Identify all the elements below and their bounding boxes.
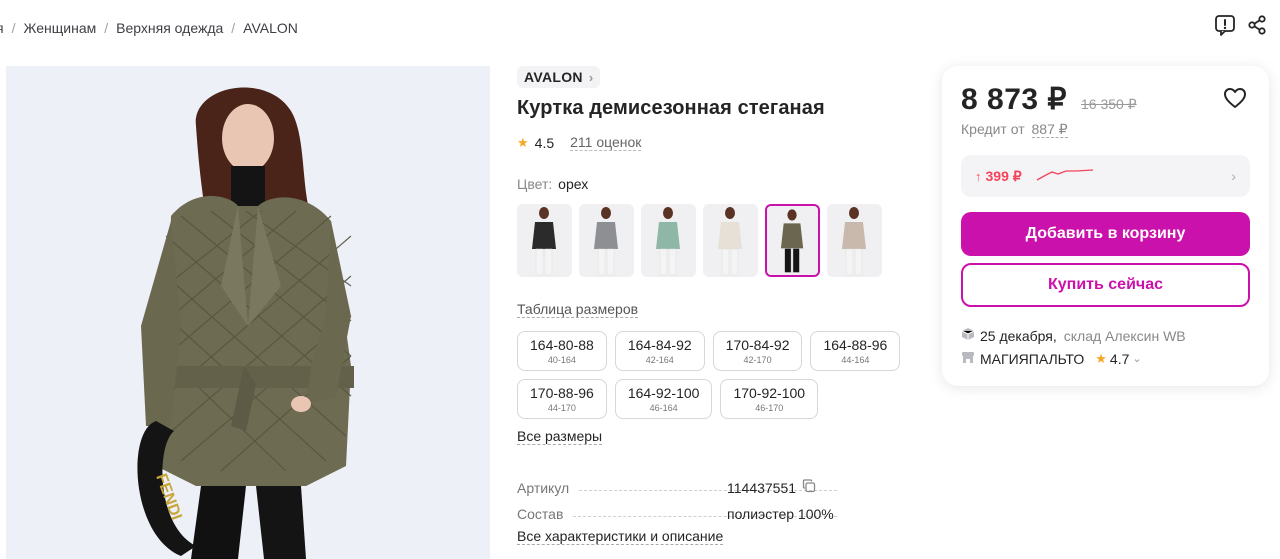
- size-sub: 42-170: [743, 354, 772, 365]
- color-swatch[interactable]: [703, 204, 758, 277]
- color-label: Цвет:: [517, 176, 553, 192]
- size-options: 164-80-88 40-164 164-84-92 42-164 170-84-92 4…: [517, 331, 927, 419]
- size-option[interactable]: 170-84-92 42-170: [712, 331, 803, 371]
- breadcrumb-separator: /: [104, 20, 109, 36]
- breadcrumb-separator: /: [11, 20, 16, 36]
- size-option[interactable]: 164-92-100 46-164: [614, 379, 713, 419]
- specs: Артикул 114437551 Состав полиэстер 100%: [517, 470, 847, 522]
- size-sub: 46-164: [649, 402, 678, 413]
- size-main: 170-92-100: [733, 384, 806, 401]
- size-sub: 42-164: [645, 354, 674, 365]
- spec-row-article: Артикул 114437551: [517, 470, 847, 496]
- rating-row: ★ 4.5 211 оценок: [517, 134, 927, 151]
- product-info: AVALON › Куртка демисезонная стеганая ★ …: [517, 66, 927, 546]
- spec-label: Артикул: [517, 480, 570, 496]
- color-value: орех: [558, 176, 589, 192]
- star-icon: ★: [1095, 350, 1107, 366]
- credit-amount[interactable]: 887 ₽: [1031, 121, 1068, 138]
- size-option[interactable]: 170-92-100 46-170: [720, 379, 819, 419]
- size-sub: 40-164: [547, 354, 576, 365]
- product-image[interactable]: FENDI: [6, 66, 490, 559]
- price-change: 399 ₽: [985, 167, 1022, 184]
- box-icon: [961, 327, 975, 344]
- size-sub: 44-170: [547, 402, 576, 413]
- favorite-heart-icon[interactable]: [1223, 87, 1247, 114]
- price-history-sparkline: [1036, 166, 1094, 187]
- reviews-link[interactable]: 211 оценок: [570, 134, 642, 151]
- breadcrumb: я / Женщинам / Верхняя одежда / AVALON: [0, 18, 298, 38]
- size-main: 170-84-92: [725, 336, 790, 353]
- product-rating: 4.5: [534, 134, 555, 151]
- color-row: Цвет: орех: [517, 176, 927, 192]
- chevron-right-icon: ›: [1231, 168, 1236, 184]
- color-swatch[interactable]: [579, 204, 634, 277]
- size-option[interactable]: 164-84-92 42-164: [614, 331, 705, 371]
- spec-value: 114437551: [727, 479, 816, 496]
- size-sub: 44-164: [841, 354, 870, 365]
- product-title: Куртка демисезонная стеганая: [517, 97, 825, 119]
- breadcrumb-item-brand[interactable]: AVALON: [243, 20, 298, 36]
- warehouse: склад Алексин WB: [1063, 327, 1186, 344]
- size-sub: 46-170: [755, 402, 784, 413]
- size-main: 164-80-88: [530, 336, 594, 353]
- share-icon[interactable]: [1246, 14, 1268, 36]
- brand-name: AVALON: [524, 69, 583, 85]
- add-to-cart-button[interactable]: Добавить в корзину: [961, 212, 1250, 256]
- article-number: 114437551: [727, 479, 797, 496]
- spec-value: полиэстер 100%: [727, 506, 834, 522]
- star-icon: ★: [517, 134, 529, 150]
- size-main: 164-88-96: [823, 336, 888, 353]
- buy-panel: 8 873 ₽ 16 350 ₽ Кредит от 887 ₽ ↑ 399 ₽…: [942, 66, 1269, 386]
- delivery-date: 25 декабря,: [980, 327, 1057, 344]
- size-main: 164-92-100: [627, 384, 700, 401]
- price-history-button[interactable]: ↑ 399 ₽ ›: [961, 155, 1250, 197]
- shop-icon: [961, 350, 975, 367]
- color-swatch[interactable]: [641, 204, 696, 277]
- size-option[interactable]: 164-88-96 44-164: [810, 331, 901, 371]
- color-swatch[interactable]: [827, 204, 882, 277]
- buy-now-button[interactable]: Купить сейчас: [961, 263, 1250, 307]
- all-specs-link[interactable]: Все характеристики и описание: [517, 528, 724, 545]
- all-sizes-link[interactable]: Все размеры: [517, 428, 603, 445]
- size-option[interactable]: 164-80-88 40-164: [517, 331, 607, 371]
- color-swatch[interactable]: [517, 204, 572, 277]
- seller-name: МАГИЯПАЛЬТО: [980, 350, 1085, 367]
- credit-row: Кредит от 887 ₽: [961, 121, 1068, 138]
- brand-link[interactable]: AVALON ›: [517, 66, 601, 88]
- seller-rating-value: 4.7: [1109, 350, 1130, 367]
- size-main: 170-88-96: [530, 384, 594, 401]
- size-table-link[interactable]: Таблица размеров: [517, 301, 639, 318]
- arrow-up-icon: ↑: [975, 168, 982, 184]
- breadcrumb-item-outerwear[interactable]: Верхняя одежда: [116, 20, 223, 36]
- report-icon[interactable]: [1214, 14, 1236, 36]
- color-swatches: [517, 204, 927, 277]
- chevron-down-icon: ⌄: [1132, 353, 1142, 365]
- color-swatch[interactable]: [765, 204, 820, 277]
- chevron-right-icon: ›: [588, 69, 594, 85]
- old-price: 16 350 ₽: [1081, 96, 1137, 112]
- price-row: 8 873 ₽ 16 350 ₽: [961, 82, 1137, 117]
- current-price: 8 873 ₽: [961, 83, 1067, 116]
- size-option[interactable]: 170-88-96 44-170: [517, 379, 607, 419]
- breadcrumb-item-women[interactable]: Женщинам: [23, 20, 96, 36]
- top-actions: [1214, 14, 1268, 36]
- spec-label: Состав: [517, 506, 564, 522]
- delivery-row: 25 декабря, склад Алексин WB: [961, 327, 1186, 344]
- spec-row-composition: Состав полиэстер 100%: [517, 496, 847, 522]
- seller-rating: ★ 4.7 ⌄: [1095, 351, 1141, 367]
- credit-label: Кредит от: [961, 121, 1025, 137]
- breadcrumb-separator: /: [231, 20, 236, 36]
- size-main: 164-84-92: [627, 336, 692, 353]
- copy-icon[interactable]: [802, 479, 816, 496]
- seller-row[interactable]: МАГИЯПАЛЬТО ★ 4.7 ⌄: [961, 350, 1142, 367]
- breadcrumb-fragment[interactable]: я: [0, 20, 4, 36]
